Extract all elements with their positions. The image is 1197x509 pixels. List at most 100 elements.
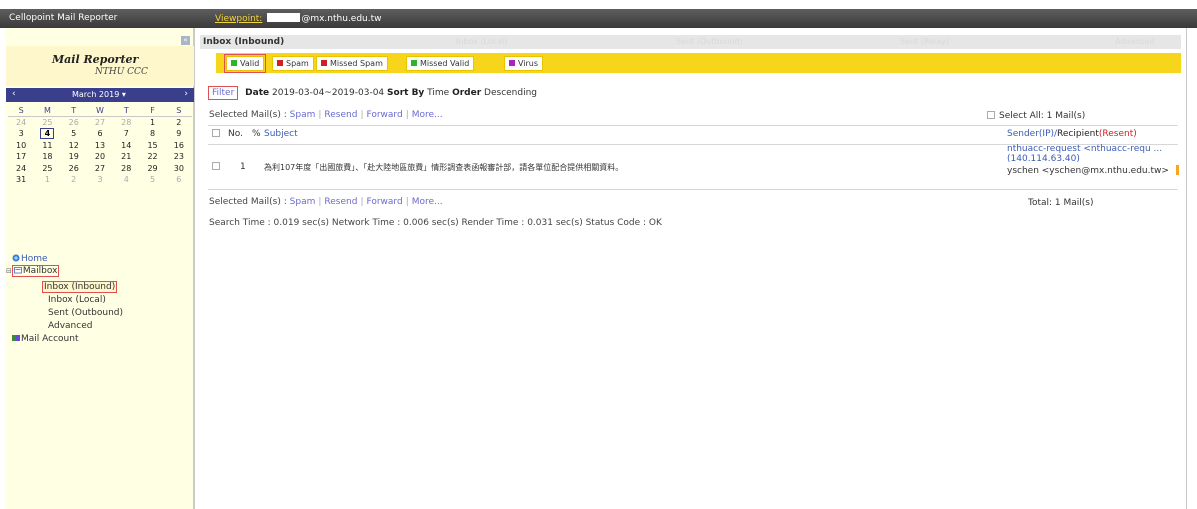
row-checkbox[interactable] — [212, 162, 224, 172]
header-checkbox[interactable] — [212, 129, 224, 139]
calendar-day[interactable]: 10 — [8, 140, 34, 152]
calendar-day[interactable]: 6 — [87, 128, 113, 140]
filter-button[interactable]: Filter — [208, 86, 239, 100]
tree-item-sent-outbound[interactable]: Sent (Outbound) — [48, 308, 123, 318]
more-link[interactable]: More... — [412, 197, 443, 207]
calendar-day[interactable]: 2 — [166, 117, 192, 129]
mailbox-highlight: Mailbox — [11, 265, 60, 277]
tab-missed-valid[interactable]: Missed Valid — [406, 56, 475, 71]
calendar-day[interactable]: 6 — [166, 174, 192, 186]
col-attachment[interactable]: % — [252, 129, 261, 139]
calendar-day[interactable]: 31 — [8, 174, 34, 186]
calendar-day[interactable]: 16 — [166, 140, 192, 152]
col-no[interactable]: No. — [228, 129, 243, 139]
home-icon — [12, 254, 20, 262]
collapse-icon[interactable]: « — [181, 36, 190, 45]
calendar-day[interactable]: 26 — [61, 117, 87, 129]
row-recipient[interactable]: yschen <yschen@mx.nthu.edu.tw> — [1007, 166, 1169, 176]
viewpoint-link[interactable]: Viewpoint: — [215, 14, 262, 24]
calendar-day[interactable]: 5 — [139, 174, 165, 186]
calendar-day[interactable]: 24 — [8, 117, 34, 129]
calendar-day[interactable]: 7 — [113, 128, 139, 140]
tree-item-inbox-local[interactable]: Inbox (Local) — [48, 295, 106, 305]
next-month-icon[interactable]: › — [184, 89, 188, 99]
calendar-day[interactable]: 1 — [34, 174, 60, 186]
calendar-day[interactable]: 17 — [8, 151, 34, 163]
tree-item-home[interactable]: Home — [12, 254, 48, 264]
ghost-tab[interactable]: Inbox (Local) — [456, 37, 507, 46]
main-content: Inbox (Inbound) Inbox (Local) Sent (Outb… — [200, 35, 1181, 509]
calendar-day[interactable]: 4 — [113, 174, 139, 186]
calendar-day[interactable]: 11 — [34, 140, 60, 152]
calendar-day-selected[interactable]: 4 — [34, 128, 60, 140]
total-count: Total: 1 Mail(s) — [1028, 198, 1094, 208]
resend-link[interactable]: Resend — [324, 110, 357, 120]
calendar-day[interactable]: 27 — [87, 117, 113, 129]
calendar-day[interactable]: 2 — [61, 174, 87, 186]
calendar-day[interactable]: 22 — [139, 151, 165, 163]
calendar-day[interactable]: 28 — [113, 117, 139, 129]
calendar-day[interactable]: 14 — [113, 140, 139, 152]
calendar-day[interactable]: 12 — [61, 140, 87, 152]
calendar-day[interactable]: 26 — [61, 163, 87, 175]
checkbox-icon — [212, 129, 220, 137]
more-link[interactable]: More... — [412, 110, 443, 120]
calendar-day[interactable]: 18 — [34, 151, 60, 163]
table-header: No. % Subject Sender(IP)/Recipient(Resen… — [208, 129, 1178, 143]
expand-icon[interactable]: ⊟ — [6, 267, 12, 275]
calendar-day[interactable]: 3 — [8, 128, 34, 140]
spam-link[interactable]: Spam — [290, 110, 316, 120]
calendar-day[interactable]: 20 — [87, 151, 113, 163]
spam-link[interactable]: Spam — [290, 197, 316, 207]
calendar-day[interactable]: 27 — [87, 163, 113, 175]
calendar-day[interactable]: 23 — [166, 151, 192, 163]
col-sender-ip[interactable]: Sender(IP)/ — [1007, 129, 1057, 139]
calendar-day[interactable]: 28 — [113, 163, 139, 175]
table-border — [208, 125, 1178, 126]
calendar-day[interactable]: 25 — [34, 163, 60, 175]
select-all[interactable]: Select All: 1 Mail(s) — [987, 111, 1085, 121]
ghost-tab[interactable]: Sent (Relay) — [900, 37, 949, 46]
calendar-day[interactable]: 1 — [139, 117, 165, 129]
tab-spam[interactable]: Spam — [272, 56, 314, 71]
ghost-tab[interactable]: Sent (Outbound) — [676, 37, 743, 46]
forward-link[interactable]: Forward — [366, 197, 402, 207]
resend-link[interactable]: Resend — [324, 197, 357, 207]
calendar-day[interactable]: 30 — [166, 163, 192, 175]
tab-label: Missed Valid — [420, 59, 470, 68]
col-resent[interactable]: (Resent) — [1099, 129, 1137, 139]
calendar-week: 3 4 5 6 7 8 9 — [8, 128, 192, 140]
calendar-day[interactable]: 19 — [61, 151, 87, 163]
tab-missed-spam[interactable]: Missed Spam — [316, 56, 388, 71]
col-subject[interactable]: Subject — [264, 129, 298, 139]
ghost-tab[interactable]: Advanced — [1115, 37, 1155, 46]
row-sender[interactable]: nthuacc-request <nthuacc-requ ... — [1007, 144, 1162, 154]
calendar-day[interactable]: 5 — [61, 128, 87, 140]
tree-item-advanced[interactable]: Advanced — [48, 321, 92, 331]
calendar-day[interactable]: 29 — [139, 163, 165, 175]
calendar-day[interactable]: 3 — [87, 174, 113, 186]
col-recipient[interactable]: Recipient — [1057, 129, 1099, 139]
row-subject[interactable]: 為利107年度「出國旅費」、「赴大陸地區旅費」情形調查表函報審計部，請各單位配合… — [264, 162, 623, 173]
tree-item-mailbox[interactable]: ⊟ Mailbox — [6, 265, 60, 277]
tab-valid[interactable]: Valid — [223, 54, 267, 73]
calendar-day[interactable]: 8 — [139, 128, 165, 140]
calendar-day[interactable]: 15 — [139, 140, 165, 152]
top-bar: Cellopoint Mail Reporter Viewpoint: @mx.n… — [0, 0, 1197, 28]
row-sender-ip[interactable]: (140.114.63.40) — [1007, 154, 1080, 164]
forward-link[interactable]: Forward — [366, 110, 402, 120]
calendar-day[interactable]: 13 — [87, 140, 113, 152]
folder-title: Inbox (Inbound) — [203, 37, 285, 47]
select-all-checkbox[interactable] — [987, 111, 995, 119]
tab-virus[interactable]: Virus — [504, 56, 544, 71]
calendar-month-select[interactable]: March 2019 ▾ — [72, 90, 126, 99]
tree-item-mail-account[interactable]: Mail Account — [12, 334, 78, 344]
tree-item-inbox-inbound[interactable]: Inbox (Inbound) — [42, 281, 118, 293]
right-edge — [1186, 28, 1187, 509]
calendar-day[interactable]: 9 — [166, 128, 192, 140]
calendar-day[interactable]: 25 — [34, 117, 60, 129]
prev-month-icon[interactable]: ‹ — [12, 89, 16, 99]
calendar-day[interactable]: 21 — [113, 151, 139, 163]
table-row[interactable]: 1 為利107年度「出國旅費」、「赴大陸地區旅費」情形調查表函報審計部，請各單位… — [208, 144, 1179, 187]
calendar-day[interactable]: 24 — [8, 163, 34, 175]
